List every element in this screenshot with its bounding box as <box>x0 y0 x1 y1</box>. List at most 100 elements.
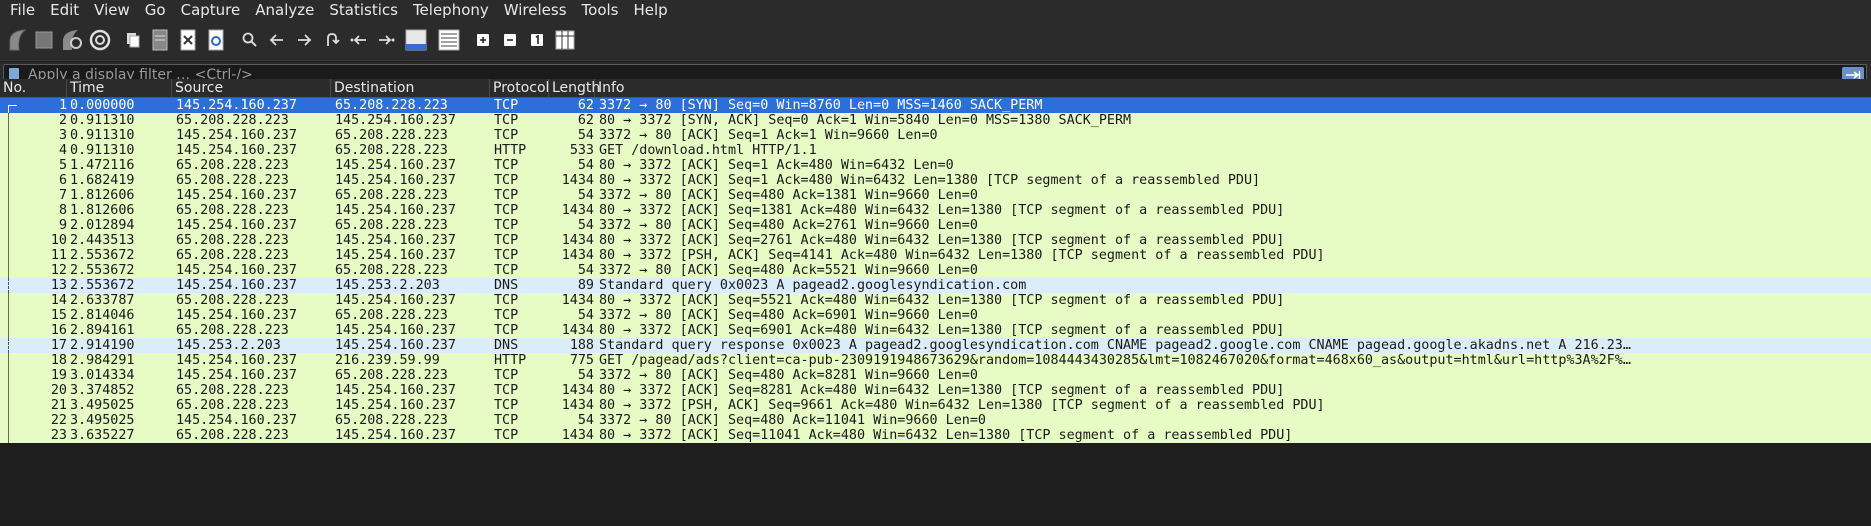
menu-wireless[interactable]: Wireless <box>495 0 573 20</box>
start-capture-icon[interactable] <box>5 26 33 54</box>
packet-length: 54 <box>577 188 594 203</box>
capture-options-icon[interactable] <box>86 26 114 54</box>
packet-protocol: TCP <box>494 398 519 413</box>
go-to-packet-icon[interactable] <box>318 26 346 54</box>
packet-row[interactable]: 7 1.812606 145.254.160.237 65.208.228.223 TC… <box>0 188 1871 203</box>
auto-scroll-icon[interactable] <box>402 26 430 54</box>
menu-statistics[interactable]: Statistics <box>320 0 404 20</box>
packet-row[interactable]: 12 2.553672 145.254.160.237 65.208.228.223 T… <box>0 263 1871 278</box>
packet-protocol: DNS <box>494 278 519 293</box>
packet-row[interactable]: 18 2.984291 145.254.160.237 216.239.59.99 HT… <box>0 353 1871 368</box>
related-packet-indicator <box>8 308 17 323</box>
column-header-destination[interactable]: Destination <box>331 79 490 97</box>
packet-row[interactable]: 5 1.472116 65.208.228.223 145.254.160.237 TC… <box>0 158 1871 173</box>
menu-go[interactable]: Go <box>136 0 172 20</box>
first-packet-icon[interactable] <box>345 26 373 54</box>
zoom-in-icon[interactable] <box>469 26 497 54</box>
packet-row[interactable]: 2 0.911310 65.208.228.223 145.254.160.237 TC… <box>0 113 1871 128</box>
menu-capture[interactable]: Capture <box>172 0 247 20</box>
packet-destination: 145.254.160.237 <box>335 323 456 338</box>
menu-analyze[interactable]: Analyze <box>246 0 320 20</box>
packet-source: 145.254.160.237 <box>176 263 297 278</box>
column-header-no[interactable]: No. <box>0 79 67 97</box>
packet-destination: 65.208.228.223 <box>335 143 448 158</box>
find-packet-icon[interactable] <box>236 26 264 54</box>
column-header-time[interactable]: Time <box>67 79 172 97</box>
resize-columns-icon[interactable] <box>551 26 579 54</box>
related-packet-indicator <box>8 278 17 293</box>
main-toolbar <box>0 20 1871 61</box>
packet-length: 533 <box>569 143 594 158</box>
packet-info: 80 → 3372 [ACK] Seq=1 Ack=480 Win=6432 L… <box>599 173 1261 188</box>
packet-time: 2.914190 <box>70 338 135 353</box>
packet-row[interactable]: 13 2.553672 145.254.160.237 145.253.2.203 DN… <box>0 278 1871 293</box>
go-back-icon[interactable] <box>263 26 291 54</box>
packet-source: 65.208.228.223 <box>176 293 289 308</box>
packet-source: 145.254.160.237 <box>176 128 297 143</box>
restart-capture-icon[interactable] <box>58 26 86 54</box>
packet-destination: 65.208.228.223 <box>335 128 448 143</box>
packet-protocol: HTTP <box>494 143 527 158</box>
packet-protocol: TCP <box>494 218 519 233</box>
go-forward-icon[interactable] <box>290 26 318 54</box>
related-packet-indicator <box>8 338 17 353</box>
packet-time: 0.911310 <box>70 128 135 143</box>
packet-row[interactable]: 16 2.894161 65.208.228.223 145.254.160.237 T… <box>0 323 1871 338</box>
packet-row[interactable]: 23 3.635227 65.208.228.223 145.254.160.237 T… <box>0 428 1871 443</box>
packet-row[interactable]: 4 0.911310 145.254.160.237 65.208.228.223 HT… <box>0 143 1871 158</box>
column-header-length[interactable]: Length <box>549 79 600 97</box>
menu-tools[interactable]: Tools <box>573 0 625 20</box>
packet-length: 54 <box>577 413 594 428</box>
packet-length: 1434 <box>561 383 594 398</box>
packet-info: 80 → 3372 [ACK] Seq=8281 Ack=480 Win=643… <box>599 383 1285 398</box>
packet-row[interactable]: 14 2.633787 65.208.228.223 145.254.160.237 T… <box>0 293 1871 308</box>
colorize-icon[interactable] <box>435 26 463 54</box>
packet-protocol: TCP <box>494 323 519 338</box>
reload-file-icon[interactable] <box>202 26 230 54</box>
packet-row[interactable]: 22 3.495025 145.254.160.237 65.208.228.223 T… <box>0 413 1871 428</box>
column-header-source[interactable]: Source <box>172 79 331 97</box>
packet-destination: 145.254.160.237 <box>335 383 456 398</box>
menu-view[interactable]: View <box>85 0 136 20</box>
packet-row[interactable]: 19 3.014334 145.254.160.237 65.208.228.223 T… <box>0 368 1871 383</box>
related-packet-indicator <box>8 323 17 338</box>
packet-row[interactable]: 11 2.553672 65.208.228.223 145.254.160.237 T… <box>0 248 1871 263</box>
menu-help[interactable]: Help <box>624 0 673 20</box>
packet-row[interactable]: 15 2.814046 145.254.160.237 65.208.228.223 T… <box>0 308 1871 323</box>
save-file-icon[interactable] <box>146 26 174 54</box>
packet-protocol: TCP <box>494 248 519 263</box>
packet-length: 1434 <box>561 233 594 248</box>
packet-protocol: TCP <box>494 308 519 323</box>
packet-row[interactable]: 10 2.443513 65.208.228.223 145.254.160.237 T… <box>0 233 1871 248</box>
column-header-info[interactable]: Info <box>595 79 1871 97</box>
packet-row[interactable]: 20 3.374852 65.208.228.223 145.254.160.237 T… <box>0 383 1871 398</box>
column-header-protocol[interactable]: Protocol <box>490 79 549 97</box>
packet-row[interactable]: 3 0.911310 145.254.160.237 65.208.228.223 TC… <box>0 128 1871 143</box>
menu-file[interactable]: File <box>0 0 41 20</box>
packet-row[interactable]: 17 2.914190 145.253.2.203 145.254.160.237 DN… <box>0 338 1871 353</box>
packet-row[interactable]: 1 0.000000 145.254.160.237 65.208.228.223 TC… <box>0 98 1871 114</box>
packet-time: 2.553672 <box>70 248 135 263</box>
stop-capture-icon[interactable] <box>30 26 58 54</box>
packet-source: 145.253.2.203 <box>176 338 281 353</box>
packet-time: 2.553672 <box>70 263 135 278</box>
packet-source: 145.254.160.237 <box>176 368 297 383</box>
packet-info: Standard query 0x0023 A pagead2.googlesy… <box>599 278 1027 293</box>
packet-list[interactable]: 1 0.000000 145.254.160.237 65.208.228.223 TC… <box>0 97 1871 526</box>
packet-row[interactable]: 21 3.495025 65.208.228.223 145.254.160.237 T… <box>0 398 1871 413</box>
normal-size-icon[interactable] <box>523 26 551 54</box>
packet-length: 775 <box>569 353 594 368</box>
packet-row[interactable]: 9 2.012894 145.254.160.237 65.208.228.223 TC… <box>0 218 1871 233</box>
last-packet-icon[interactable] <box>372 26 400 54</box>
packet-length: 1434 <box>561 203 594 218</box>
packet-time: 2.894161 <box>70 323 135 338</box>
open-file-icon[interactable] <box>119 26 147 54</box>
packet-protocol: TCP <box>494 293 519 308</box>
close-file-icon[interactable] <box>174 26 202 54</box>
packet-row[interactable]: 8 1.812606 65.208.228.223 145.254.160.237 TC… <box>0 203 1871 218</box>
menu-edit[interactable]: Edit <box>41 0 85 20</box>
packet-row[interactable]: 6 1.682419 65.208.228.223 145.254.160.237 TC… <box>0 173 1871 188</box>
zoom-out-icon[interactable] <box>496 26 524 54</box>
menu-telephony[interactable]: Telephony <box>404 0 495 20</box>
related-packet-indicator <box>8 263 17 278</box>
